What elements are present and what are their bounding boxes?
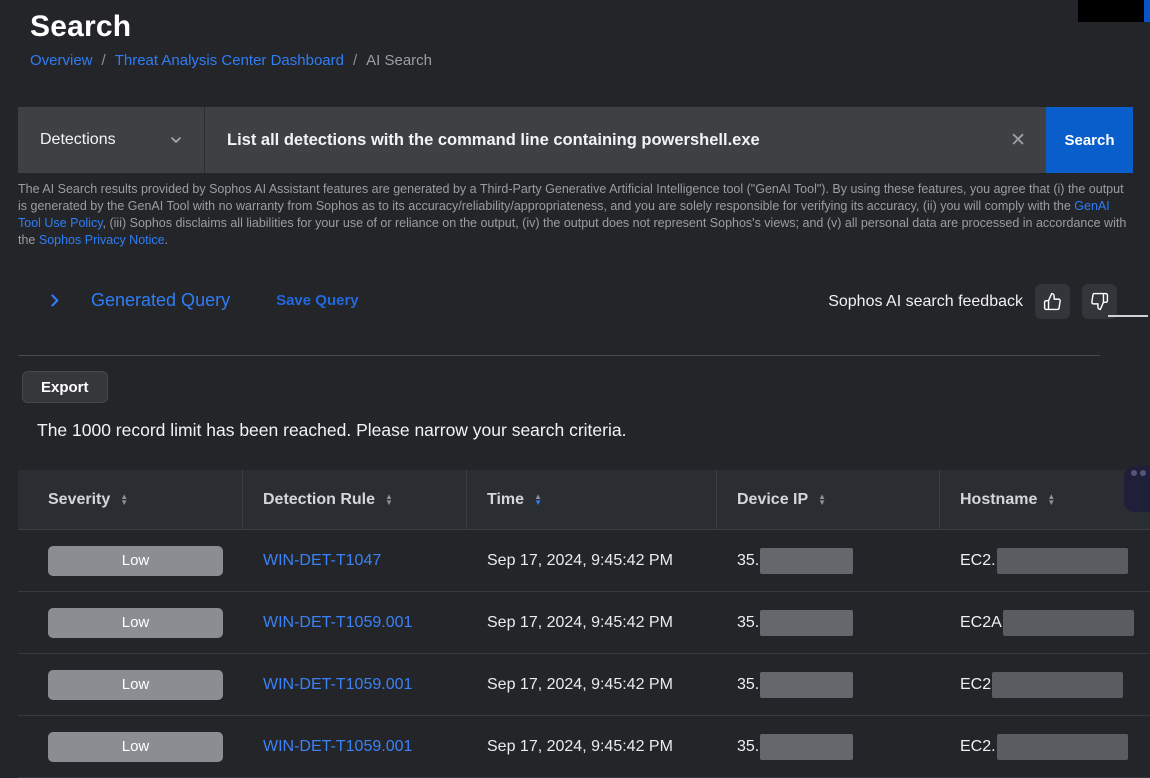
sort-icon: ▲▼ (120, 494, 128, 506)
focus-underline (1108, 315, 1148, 317)
redaction-box (760, 672, 853, 698)
severity-badge: Low (48, 546, 223, 576)
table-header-row: Severity ▲▼ Detection Rule ▲▼ Time ▲▼ De… (18, 470, 1150, 530)
detection-rule-link[interactable]: WIN-DET-T1059.001 (263, 676, 412, 694)
ai-search-feedback: Sophos AI search feedback (828, 284, 1117, 319)
column-header-severity[interactable]: Severity ▲▼ (18, 470, 243, 529)
time-value: Sep 17, 2024, 9:45:42 PM (487, 738, 673, 756)
detection-rule-link[interactable]: WIN-DET-T1059.001 (263, 738, 412, 756)
redaction-box (760, 734, 853, 760)
redaction-box (997, 548, 1128, 574)
column-header-device-ip[interactable]: Device IP ▲▼ (717, 470, 940, 529)
detections-table: Severity ▲▼ Detection Rule ▲▼ Time ▲▼ De… (18, 470, 1150, 778)
section-divider (18, 355, 1100, 356)
column-header-time[interactable]: Time ▲▼ (467, 470, 717, 529)
ai-search-bar: Detections ✕ Search (18, 107, 1133, 173)
thumbs-down-button[interactable] (1082, 284, 1117, 319)
disclaimer-segment: The AI Search results provided by Sophos… (18, 182, 1124, 213)
redaction-box (760, 548, 853, 574)
thumbs-down-icon (1090, 292, 1109, 311)
sort-icon-active-desc: ▲▼ (534, 494, 542, 506)
thumbs-up-button[interactable] (1035, 284, 1070, 319)
device-ip-value: 35. (737, 738, 759, 756)
search-input-wrap: ✕ (205, 107, 1046, 173)
time-value: Sep 17, 2024, 9:45:42 PM (487, 676, 673, 694)
sort-icon: ▲▼ (1047, 494, 1055, 506)
column-label: Device IP (737, 491, 808, 509)
clear-search-icon[interactable]: ✕ (1006, 129, 1030, 152)
breadcrumb-current-ai-search: AI Search (366, 52, 432, 69)
column-label: Detection Rule (263, 491, 375, 509)
column-header-detection-rule[interactable]: Detection Rule ▲▼ (243, 470, 467, 529)
column-label: Time (487, 491, 524, 509)
page-title: Search (30, 10, 131, 44)
breadcrumb-separator: / (102, 52, 106, 69)
hostname-value: EC2 (960, 676, 991, 694)
redaction-box (992, 672, 1123, 698)
table-row: Low WIN-DET-T1059.001 Sep 17, 2024, 9:45… (18, 716, 1150, 778)
severity-badge: Low (48, 608, 223, 638)
redaction-box (997, 734, 1128, 760)
redaction-box (1003, 610, 1134, 636)
detection-rule-link[interactable]: WIN-DET-T1059.001 (263, 614, 412, 632)
device-ip-value: 35. (737, 614, 759, 632)
time-value: Sep 17, 2024, 9:45:42 PM (487, 552, 673, 570)
feedback-label: Sophos AI search feedback (828, 293, 1023, 311)
column-header-hostname[interactable]: Hostname ▲▼ (940, 470, 1150, 529)
chevron-right-icon (46, 292, 63, 309)
device-ip-value: 35. (737, 676, 759, 694)
search-category-value: Detections (40, 131, 116, 149)
sort-icon: ▲▼ (385, 494, 393, 506)
breadcrumb-separator: / (353, 52, 357, 69)
breadcrumb-link-threat-analysis-center-dashboard[interactable]: Threat Analysis Center Dashboard (115, 52, 344, 69)
thumbs-up-icon (1043, 292, 1062, 311)
breadcrumb: Overview / Threat Analysis Center Dashbo… (30, 52, 432, 69)
generated-query-toggle[interactable]: Generated Query (46, 290, 230, 311)
column-label: Hostname (960, 491, 1037, 509)
widget-dot (1140, 470, 1146, 476)
ai-disclaimer-text: The AI Search results provided by Sophos… (18, 181, 1132, 249)
detection-rule-link[interactable]: WIN-DET-T1047 (263, 552, 381, 570)
disclaimer-segment: . (165, 233, 168, 247)
floating-helper-widget[interactable] (1124, 466, 1150, 512)
severity-badge: Low (48, 670, 223, 700)
record-limit-message: The 1000 record limit has been reached. … (37, 420, 626, 441)
search-category-dropdown[interactable]: Detections (18, 107, 205, 173)
table-row: Low WIN-DET-T1059.001 Sep 17, 2024, 9:45… (18, 592, 1150, 654)
sort-icon: ▲▼ (818, 494, 826, 506)
corner-overlay-artifact (1078, 0, 1144, 22)
export-button[interactable]: Export (22, 371, 108, 403)
breadcrumb-link-overview[interactable]: Overview (30, 52, 93, 69)
sophos-privacy-notice-link[interactable]: Sophos Privacy Notice (39, 233, 165, 247)
generated-query-label: Generated Query (91, 290, 230, 311)
widget-dot (1131, 470, 1137, 476)
table-row: Low WIN-DET-T1047 Sep 17, 2024, 9:45:42 … (18, 530, 1150, 592)
disclaimer-segment: , (iii) Sophos disclaims all liabilities… (18, 216, 1126, 247)
save-query-link[interactable]: Save Query (276, 292, 359, 309)
hostname-value: EC2A (960, 614, 1002, 632)
search-input[interactable] (227, 131, 1006, 150)
table-row: Low WIN-DET-T1059.001 Sep 17, 2024, 9:45… (18, 654, 1150, 716)
generated-query-row: Generated Query Save Query (46, 290, 359, 311)
severity-badge: Low (48, 732, 223, 762)
search-button[interactable]: Search (1046, 107, 1133, 173)
corner-overlay-accent (1144, 0, 1150, 22)
redaction-box (760, 610, 853, 636)
hostname-value: EC2. (960, 552, 996, 570)
hostname-value: EC2. (960, 738, 996, 756)
chevron-down-icon (168, 132, 184, 148)
time-value: Sep 17, 2024, 9:45:42 PM (487, 614, 673, 632)
device-ip-value: 35. (737, 552, 759, 570)
column-label: Severity (48, 491, 110, 509)
